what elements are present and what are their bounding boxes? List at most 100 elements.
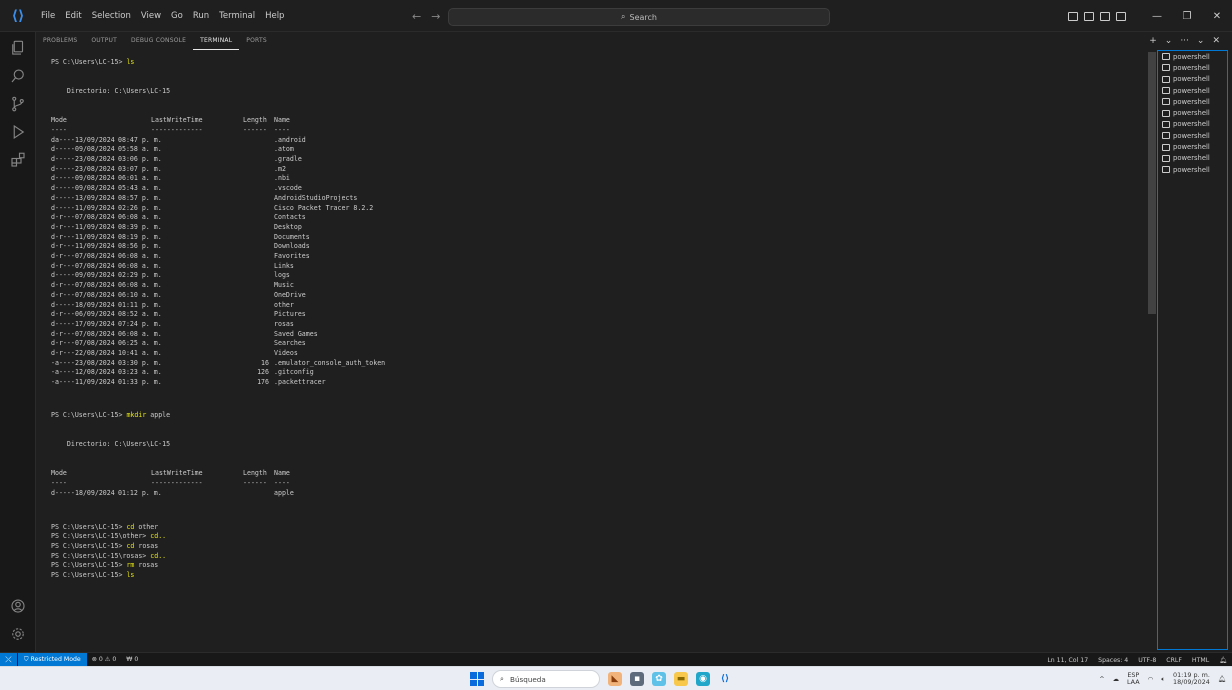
toggle-secondary-sidebar-icon[interactable] bbox=[1100, 11, 1110, 21]
restricted-mode-badge[interactable]: ⛉ Restricted Mode bbox=[18, 652, 87, 667]
entry-time: 08:47 p. m. bbox=[118, 135, 162, 144]
close-icon[interactable]: ✕ bbox=[1202, 11, 1232, 22]
language-mode[interactable]: HTML bbox=[1187, 657, 1214, 664]
tab-ports[interactable]: PORTS bbox=[239, 32, 274, 50]
entry-name: .gitconfig bbox=[274, 368, 314, 377]
toggle-panel-icon[interactable] bbox=[1084, 11, 1094, 21]
entry-date: 17/09/2024 bbox=[75, 319, 115, 328]
panel-actions: + ⌄ ··· ⌄ ✕ bbox=[1149, 32, 1220, 50]
search-label: Search bbox=[629, 12, 657, 22]
restore-icon[interactable]: ❐ bbox=[1172, 11, 1202, 22]
menu-selection[interactable]: Selection bbox=[87, 0, 136, 32]
tab-problems[interactable]: PROBLEMS bbox=[36, 32, 84, 50]
entry-time: 01:33 p. m. bbox=[118, 378, 162, 387]
ports-indicator[interactable]: ₩ 0 bbox=[121, 656, 143, 663]
entry-time: 05:43 a. m. bbox=[118, 184, 162, 193]
menu-view[interactable]: View bbox=[136, 0, 166, 32]
run-debug-icon[interactable] bbox=[8, 122, 28, 142]
notification-icon[interactable]: 🔔︎ bbox=[1218, 675, 1226, 683]
new-terminal-icon[interactable]: + bbox=[1149, 36, 1157, 46]
chevron-up-icon[interactable]: ^ bbox=[1099, 675, 1104, 683]
more-actions-icon[interactable]: ··· bbox=[1180, 36, 1189, 46]
terminal-list-item[interactable]: powershell bbox=[1158, 74, 1227, 85]
problems-indicator[interactable]: ⊗ 0 ⚠ 0 bbox=[87, 656, 122, 663]
accounts-icon[interactable] bbox=[8, 596, 28, 616]
col-length: Length bbox=[243, 116, 267, 125]
terminal-list-label: powershell bbox=[1173, 86, 1210, 95]
end-of-line[interactable]: CRLF bbox=[1161, 657, 1187, 664]
entry-time: 10:41 a. m. bbox=[118, 349, 162, 357]
terminal-list-item[interactable]: powershell bbox=[1158, 107, 1227, 118]
toggle-primary-sidebar-icon[interactable] bbox=[1068, 11, 1078, 21]
entry-time: 06:08 a. m. bbox=[118, 252, 162, 260]
prompt-path: PS C:\Users\LC-15\other> bbox=[51, 532, 151, 541]
col-lastwrite: LastWriteTime bbox=[151, 469, 203, 478]
notifications-bell-icon[interactable]: 🔔︎ bbox=[1214, 656, 1232, 664]
search-view-icon[interactable] bbox=[8, 66, 28, 86]
command-center-search[interactable]: ⌕ Search bbox=[448, 8, 830, 26]
entry-length: 16 bbox=[261, 358, 269, 367]
menu-run[interactable]: Run bbox=[188, 0, 214, 32]
volume-icon[interactable]: 🔈︎ bbox=[1161, 675, 1165, 684]
terminal-scrollbar[interactable] bbox=[1148, 52, 1156, 314]
terminal-list-item[interactable]: powershell bbox=[1158, 62, 1227, 73]
terminal-list-item[interactable]: powershell bbox=[1158, 119, 1227, 130]
vscode-taskbar-icon[interactable]: ⟨⟩ bbox=[718, 672, 732, 686]
tab-debug-console[interactable]: DEBUG CONSOLE bbox=[124, 32, 193, 50]
cursor-position[interactable]: Ln 11, Col 17 bbox=[1042, 657, 1093, 664]
terminal-list-label: powershell bbox=[1173, 97, 1210, 106]
menu-go[interactable]: Go bbox=[166, 0, 188, 32]
tab-output[interactable]: OUTPUT bbox=[84, 32, 124, 50]
entry-name: .packettracer bbox=[274, 378, 326, 387]
entry-time: 03:30 p. m. bbox=[118, 358, 162, 367]
terminal-list-item[interactable]: powershell bbox=[1158, 141, 1227, 152]
entry-date: 07/08/2024 bbox=[75, 213, 115, 222]
terminal-list-item[interactable]: powershell bbox=[1158, 164, 1227, 175]
entry-mode: d-r--- bbox=[51, 281, 75, 290]
extensions-icon[interactable] bbox=[8, 150, 28, 170]
terminal-list-item[interactable]: powershell bbox=[1158, 51, 1227, 62]
encoding[interactable]: UTF-8 bbox=[1133, 657, 1161, 664]
windows-start-icon[interactable] bbox=[470, 672, 484, 686]
customize-layout-icon[interactable] bbox=[1116, 11, 1126, 21]
tab-terminal[interactable]: TERMINAL bbox=[193, 33, 240, 50]
menu-edit[interactable]: Edit bbox=[60, 0, 86, 32]
onedrive-icon[interactable]: ☁ bbox=[1113, 675, 1119, 683]
edge-app-icon[interactable]: ✿ bbox=[652, 672, 666, 686]
wifi-icon[interactable]: ◠ bbox=[1148, 675, 1154, 683]
task-view-icon[interactable]: ▪ bbox=[630, 672, 644, 686]
prompt-line: PS C:\Users\LC-15> ls bbox=[51, 57, 134, 67]
chevron-down-icon[interactable]: ⌄ bbox=[1165, 36, 1173, 46]
col-lastwrite: LastWriteTime bbox=[151, 116, 203, 125]
terminal-output[interactable]: PS C:\Users\LC-15> ls Directorio: C:\Use… bbox=[44, 52, 1144, 648]
manage-gear-icon[interactable] bbox=[8, 624, 28, 644]
menu-terminal[interactable]: Terminal bbox=[214, 0, 260, 32]
command-keyword: mkdir bbox=[126, 411, 147, 420]
terminal-list-item[interactable]: powershell bbox=[1158, 153, 1227, 164]
prompt-path: PS C:\Users\LC-15\rosas> bbox=[51, 551, 151, 560]
back-arrow-icon[interactable]: ← bbox=[412, 10, 421, 23]
close-panel-icon[interactable]: ✕ bbox=[1212, 36, 1220, 46]
clock[interactable]: 01:19 p. m. 18/09/2024 bbox=[1173, 671, 1210, 687]
terminal-list-item[interactable]: powershell bbox=[1158, 96, 1227, 107]
remote-indicator-icon[interactable]: ⤫ bbox=[0, 652, 17, 667]
chrome-app-icon[interactable]: ◉ bbox=[696, 672, 710, 686]
forward-arrow-icon[interactable]: → bbox=[431, 10, 440, 23]
minimize-icon[interactable]: — bbox=[1142, 11, 1172, 22]
terminal-list-item[interactable]: powershell bbox=[1158, 130, 1227, 141]
source-control-icon[interactable] bbox=[8, 94, 28, 114]
explorer-icon[interactable] bbox=[8, 38, 28, 58]
entry-time: 08:52 a. m. bbox=[118, 310, 162, 319]
command-argument: apple bbox=[146, 411, 171, 420]
terminal-list-item[interactable]: powershell bbox=[1158, 85, 1227, 96]
input-language[interactable]: ESP LAA bbox=[1127, 671, 1140, 687]
file-explorer-icon[interactable]: ▬ bbox=[674, 672, 688, 686]
entry-mode: d-r--- bbox=[51, 213, 75, 222]
menu-help[interactable]: Help bbox=[260, 0, 289, 32]
menu-file[interactable]: File bbox=[36, 0, 60, 32]
indentation[interactable]: Spaces: 4 bbox=[1093, 657, 1133, 664]
maximize-panel-icon[interactable]: ⌄ bbox=[1197, 36, 1205, 46]
taskbar-search[interactable]: ⌕ Búsqueda bbox=[492, 670, 600, 688]
search-icon: ⌕ bbox=[621, 12, 626, 21]
paint-app-icon[interactable]: ◣ bbox=[608, 672, 622, 686]
